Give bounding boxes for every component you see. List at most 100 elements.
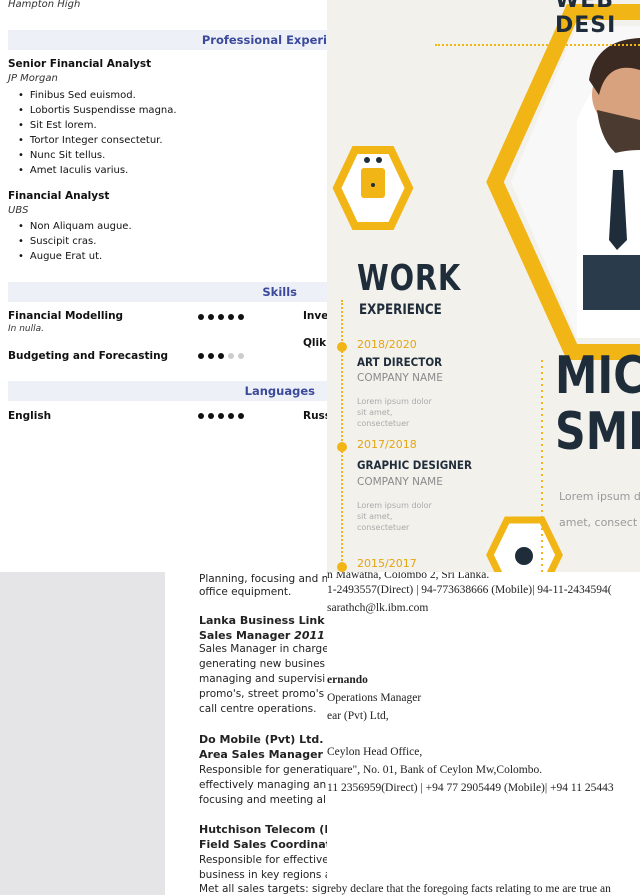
job-company: JP Morgan	[8, 73, 58, 84]
cv-line: business in key regions a	[199, 869, 327, 881]
first-name: MICHA	[555, 346, 640, 406]
job-bullet-list: Finibus Sed euismod. Lobortis Suspendiss…	[18, 88, 177, 178]
job-title: Senior Financial Analyst	[8, 58, 152, 70]
entry-description: Lorem ipsum dolor sit amet, consectetuer	[357, 397, 432, 428]
language-rating	[198, 413, 244, 419]
skill-rating	[198, 314, 244, 320]
resume-panel: Hampton High Professional Experi Senior …	[0, 0, 327, 572]
entry-role: ART DIRECTOR	[357, 355, 443, 369]
entry-year: 2018/2020	[357, 338, 417, 351]
rating-dot	[218, 353, 224, 359]
cv-sidebar	[0, 572, 165, 895]
skill-name: Inve	[303, 310, 327, 322]
cv-employer: Do Mobile (Pvt) Ltd.	[199, 733, 324, 746]
cv-line: office equipment.	[199, 586, 292, 598]
timeline-dot	[337, 342, 347, 352]
rating-dot	[208, 314, 214, 320]
job-title: Financial Analyst	[8, 190, 110, 202]
entry-company: COMPANY NAME	[357, 476, 443, 488]
rating-dot	[208, 353, 214, 359]
banner-text: WEB DESI	[555, 0, 617, 38]
list-item: Augue Erat ut.	[18, 249, 132, 264]
name-description: Lorem ipsum d	[559, 490, 640, 503]
list-item: Sit Est lorem.	[18, 118, 177, 133]
language-name: Russ	[303, 410, 327, 422]
list-item: Non Aliquam augue.	[18, 219, 132, 234]
timeline-dot	[337, 442, 347, 452]
contact-address: n Mawatha, Colombo 2, Sri Lanka.	[327, 572, 490, 581]
referee-company: ear (Pvt) Ltd,	[327, 710, 389, 722]
infographic-panel: WEB DESI WORK EXPERIENCE 2018/2020 ART D…	[327, 0, 640, 572]
cv-line: promo's, street promo's	[199, 688, 325, 700]
languages-section-header: Languages	[8, 381, 327, 401]
list-item: Tortor Integer consectetur.	[18, 133, 177, 148]
gear-icon	[515, 547, 533, 565]
language-name: English	[8, 410, 52, 422]
rating-dot	[198, 413, 204, 419]
top-dotted-line	[435, 44, 640, 46]
cv-role: Sales Manager 2011 (	[199, 629, 327, 642]
contacts-panel: n Mawatha, Colombo 2, Sri Lanka. 1-24935…	[327, 572, 640, 895]
rating-dot	[218, 413, 224, 419]
skills-section-header: Skills	[8, 282, 327, 302]
rating-dot	[208, 413, 214, 419]
cv-line: managing and supervisi	[199, 673, 326, 685]
work-heading: WORK	[357, 258, 461, 299]
contact-phone: 1-2493557(Direct) | 94-773638666 (Mobile…	[327, 584, 612, 596]
rating-dot	[228, 314, 234, 320]
rating-dot	[238, 314, 244, 320]
list-item: Suscipit cras.	[18, 234, 132, 249]
job-bullet-list: Non Aliquam augue. Suscipit cras. Augue …	[18, 219, 132, 264]
cv-employer: Hutchison Telecom (P	[199, 823, 327, 836]
cv-employer: Lanka Business Link (	[199, 614, 327, 627]
name-description: amet, consect	[559, 516, 638, 529]
rating-dot	[228, 413, 234, 419]
skill-name: Budgeting and Forecasting	[8, 350, 169, 362]
skills-heading: Skills	[262, 285, 297, 299]
referee-title: Operations Manager	[327, 692, 422, 704]
skill-rating	[198, 353, 244, 359]
entry-year: 2015/2017	[357, 557, 417, 570]
rating-dot	[198, 314, 204, 320]
cv-line: Responsible for effective	[199, 854, 327, 866]
cv-line: Sales Manager in charge	[199, 643, 327, 655]
skill-name: Financial Modelling	[8, 310, 124, 322]
list-item: Lobortis Suspendisse magna.	[18, 103, 177, 118]
contact-email: sarathch@lk.ibm.com	[327, 602, 429, 614]
cv-role: Field Sales Coordinat	[199, 838, 327, 851]
cv-panel: Planning, focusing and m office equipmen…	[0, 572, 327, 895]
entry-company: COMPANY NAME	[357, 372, 443, 384]
cv-line: Planning, focusing and m	[199, 573, 327, 585]
cv-line: generating new busines	[199, 658, 326, 670]
rating-dot	[228, 353, 234, 359]
rating-dot	[238, 413, 244, 419]
entry-description: Lorem ipsum dolor sit amet, consectetuer	[357, 501, 432, 532]
rating-dot	[238, 353, 244, 359]
skill-note: In nulla.	[8, 324, 45, 334]
experience-subheading: EXPERIENCE	[359, 302, 442, 318]
experience-section-header: Professional Experi	[8, 30, 327, 50]
languages-heading: Languages	[244, 384, 315, 398]
job-company: UBS	[8, 205, 29, 216]
cv-line: Met all sales targets: sign	[199, 883, 327, 895]
list-item: Nunc Sit tellus.	[18, 148, 177, 163]
cv-role: Area Sales Manager 2	[199, 748, 327, 761]
referee-address: quare", No. 01, Bank of Ceylon Mw,Colomb…	[327, 764, 543, 776]
cv-line: focusing and meeting al	[199, 794, 326, 806]
cv-line: Responsible for generati	[199, 764, 327, 776]
entry-year: 2017/2018	[357, 438, 417, 451]
list-item: Amet Iaculis varius.	[18, 163, 177, 178]
timeline-dot	[337, 562, 347, 572]
referee-office: Ceylon Head Office,	[327, 746, 423, 758]
timeline-line	[341, 300, 343, 572]
rating-dot	[218, 314, 224, 320]
list-item: Finibus Sed euismod.	[18, 88, 177, 103]
rating-dot	[198, 353, 204, 359]
skill-name: Qlik	[303, 337, 327, 349]
school-name: Hampton High	[8, 0, 81, 10]
experience-heading: Professional Experi	[201, 33, 327, 47]
cv-line: effectively managing an	[199, 779, 327, 791]
entry-role: GRAPHIC DESIGNER	[357, 458, 472, 472]
cv-line: call centre operations.	[199, 703, 317, 715]
referee-phone: 11 2356959(Direct) | +94 77 2905449 (Mob…	[327, 782, 614, 794]
